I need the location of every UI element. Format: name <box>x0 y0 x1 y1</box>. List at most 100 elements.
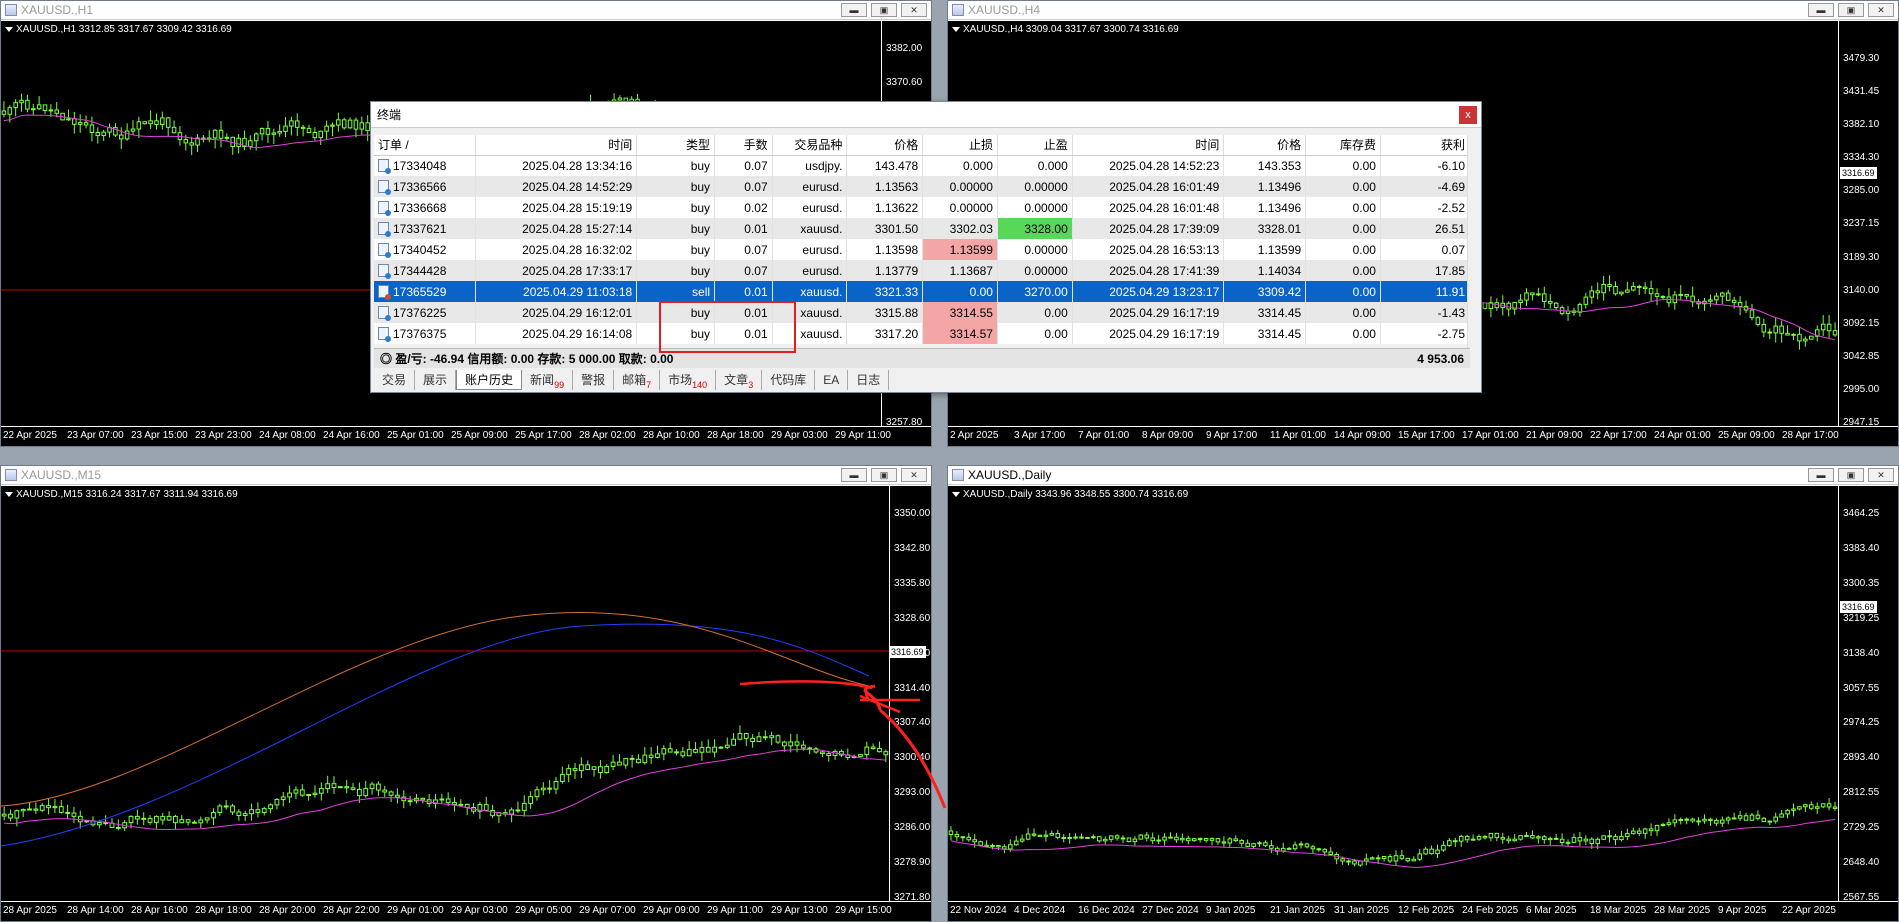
table-cell: xauusd. <box>772 218 848 239</box>
table-row[interactable]: 17334048 2025.04.28 13:34:16 buy 0.07 usdjpy… <box>374 155 1471 176</box>
window-titlebar[interactable]: XAUUSD.,M15 ▬ ▣ ✕ <box>1 466 931 485</box>
window-title: XAUUSD.,M15 <box>21 468 102 482</box>
table-cell: 3270.00 <box>997 281 1073 302</box>
vertical-scrollbar[interactable] <box>1467 135 1479 368</box>
tab-4[interactable]: 警报 <box>573 370 615 390</box>
table-row[interactable]: 17336668 2025.04.28 15:19:19 buy 0.02 eurusd… <box>374 197 1471 218</box>
table-cell: 0.07 <box>714 239 773 260</box>
column-header[interactable]: 获利 <box>1380 135 1471 156</box>
table-row[interactable]: 17376225 2025.04.29 16:12:01 buy 0.01 xauusd… <box>374 302 1471 323</box>
time-tick: 22 Apr 2025 <box>3 430 57 441</box>
time-tick: 2 Apr 2025 <box>950 430 999 441</box>
time-tick: 6 Mar 2025 <box>1526 905 1577 916</box>
dropdown-icon[interactable] <box>5 26 13 32</box>
price-tick: 3300.40 <box>894 752 931 764</box>
table-cell: 1.13496 <box>1223 197 1307 218</box>
time-axis[interactable]: 28 Apr 2025 28 Apr 14:00 28 Apr 16:00 28 Ap… <box>1 901 931 921</box>
tab-10[interactable]: 日志 <box>848 370 890 390</box>
table-cell: 1.13599 <box>1223 239 1307 260</box>
chart-area[interactable]: XAUUSD.,M15 3316.24 3317.67 3311.94 3316… <box>1 486 931 921</box>
table-row[interactable]: 17344428 2025.04.28 17:33:17 buy 0.07 eurusd… <box>374 260 1471 281</box>
chart-window-daily[interactable]: XAUUSD.,Daily ▬ ▣ ✕ XAUUSD.,Daily 3343.96 … <box>947 465 1899 922</box>
table-header[interactable]: 订单 / 时间 类型 手数 交易品种 价格 止损 止盈 时间 价格 库存费 获利 <box>374 135 1471 156</box>
column-header[interactable]: 订单 / <box>374 135 476 156</box>
close-button[interactable]: ✕ <box>1868 468 1894 482</box>
table-cell: 0.00000 <box>997 176 1073 197</box>
column-header[interactable]: 手数 <box>714 135 773 156</box>
table-cell: 2025.04.28 13:34:16 <box>475 155 638 176</box>
time-tick: 25 Apr 17:00 <box>515 430 572 441</box>
tab-1[interactable]: 展示 <box>415 370 457 390</box>
window-titlebar[interactable]: XAUUSD.,H1 ▬ ▣ ✕ <box>1 1 931 20</box>
terminal-window[interactable]: 终端 x 订单 / 时间 类型 手数 交易品种 价格 止损 止盈 时间 价格 库存费 获利 17334… <box>370 101 1482 393</box>
column-header[interactable]: 时间 <box>1072 135 1225 156</box>
table-row[interactable]: 17336566 2025.04.28 14:52:29 buy 0.07 eurusd… <box>374 176 1471 197</box>
dropdown-icon[interactable] <box>952 26 960 32</box>
minimize-button[interactable]: ▬ <box>841 468 867 482</box>
time-tick: 9 Apr 2025 <box>1718 905 1767 916</box>
time-tick: 29 Apr 11:00 <box>835 430 891 441</box>
table-cell: 3314.55 <box>922 302 998 323</box>
price-axis[interactable]: 3350.003342.803335.803328.603321.303314.… <box>889 486 931 903</box>
column-header[interactable]: 类型 <box>636 135 716 156</box>
column-header[interactable]: 交易品种 <box>772 135 848 156</box>
order-icon <box>378 263 391 279</box>
close-button[interactable]: ✕ <box>901 3 927 17</box>
table-cell: 17337621 <box>374 218 476 239</box>
time-axis[interactable]: 22 Nov 2024 4 Dec 2024 16 Dec 2024 27 Dec 2… <box>948 901 1898 921</box>
table-cell: 0.000 <box>922 155 998 176</box>
dropdown-icon[interactable] <box>5 491 13 497</box>
table-cell: buy <box>636 197 716 218</box>
chart-area[interactable]: XAUUSD.,Daily 3343.96 3348.55 3300.74 33… <box>948 486 1898 921</box>
column-header[interactable]: 时间 <box>475 135 638 156</box>
close-button[interactable]: ✕ <box>1868 3 1894 17</box>
time-tick: 29 Apr 09:00 <box>643 905 700 916</box>
close-button[interactable]: ✕ <box>901 468 927 482</box>
price-tick: 3057.55 <box>1843 682 1880 694</box>
tab-0[interactable]: 交易 <box>374 370 416 390</box>
terminal-tabs[interactable]: 交易 展示 账户历史 新闻99 警报 邮箱7 市场140 文章3 代码库 EA 日志 <box>374 370 890 390</box>
tab-9[interactable]: EA <box>815 370 849 390</box>
window-titlebar[interactable]: XAUUSD.,H4 ▬ ▣ ✕ <box>948 1 1898 20</box>
table-cell: 0.00 <box>1305 323 1381 344</box>
column-header[interactable]: 止盈 <box>997 135 1073 156</box>
maximize-button[interactable]: ▣ <box>871 468 897 482</box>
column-header[interactable]: 库存费 <box>1305 135 1381 156</box>
table-row[interactable]: 17376375 2025.04.29 16:14:08 buy 0.01 xauusd… <box>374 323 1471 344</box>
table-cell: 1.13687 <box>922 260 998 281</box>
close-icon[interactable]: x <box>1459 106 1477 124</box>
maximize-button[interactable]: ▣ <box>1838 3 1864 17</box>
chart-window-m15[interactable]: XAUUSD.,M15 ▬ ▣ ✕ XAUUSD.,M15 3316.24 3317… <box>0 465 932 922</box>
column-header[interactable]: 价格 <box>1223 135 1307 156</box>
time-axis[interactable]: 2 Apr 2025 3 Apr 17:00 7 Apr 01:00 8 Apr 09… <box>948 426 1898 446</box>
time-tick: 29 Apr 01:00 <box>387 905 444 916</box>
minimize-button[interactable]: ▬ <box>841 3 867 17</box>
price-axis[interactable]: 3464.25 3383.40 3300.35 3219.25 3138.40 3057.… <box>1838 486 1898 903</box>
price-axis[interactable]: 3479.30 3431.45 3382.10 3334.30 3285.00 3237.… <box>1838 21 1898 428</box>
time-tick: 25 Apr 09:00 <box>1718 430 1775 441</box>
table-row[interactable]: 17340452 2025.04.28 16:32:02 buy 0.07 eurusd… <box>374 239 1471 260</box>
time-axis[interactable]: 22 Apr 2025 23 Apr 07:00 23 Apr 15:00 23 Ap… <box>1 426 931 446</box>
time-tick: 24 Apr 01:00 <box>1654 430 1711 441</box>
table-cell: 1.13563 <box>846 176 924 197</box>
table-row[interactable]: 17365529 2025.04.29 11:03:18 sell 0.01 xauus… <box>374 281 1471 302</box>
tab-7[interactable]: 文章3 <box>716 370 763 390</box>
window-titlebar[interactable]: XAUUSD.,Daily ▬ ▣ ✕ <box>948 466 1898 485</box>
table-row[interactable]: 17337621 2025.04.28 15:27:14 buy 0.01 xauusd… <box>374 218 1471 239</box>
column-header[interactable]: 价格 <box>846 135 924 156</box>
tab-3[interactable]: 新闻99 <box>522 370 574 390</box>
tab-8[interactable]: 代码库 <box>762 370 816 390</box>
tab-5[interactable]: 邮箱7 <box>614 370 661 390</box>
dropdown-icon[interactable] <box>952 491 960 497</box>
minimize-button[interactable]: ▬ <box>1808 3 1834 17</box>
window-title: XAUUSD.,Daily <box>968 468 1052 482</box>
tab-6[interactable]: 市场140 <box>660 370 717 390</box>
tab-2[interactable]: 账户历史 <box>456 370 523 390</box>
table-cell: 0.00000 <box>922 197 998 218</box>
maximize-button[interactable]: ▣ <box>1838 468 1864 482</box>
column-header[interactable]: 止损 <box>922 135 998 156</box>
table-cell: 1.13496 <box>1223 176 1307 197</box>
table-cell: 3301.50 <box>846 218 924 239</box>
minimize-button[interactable]: ▬ <box>1808 468 1834 482</box>
maximize-button[interactable]: ▣ <box>871 3 897 17</box>
